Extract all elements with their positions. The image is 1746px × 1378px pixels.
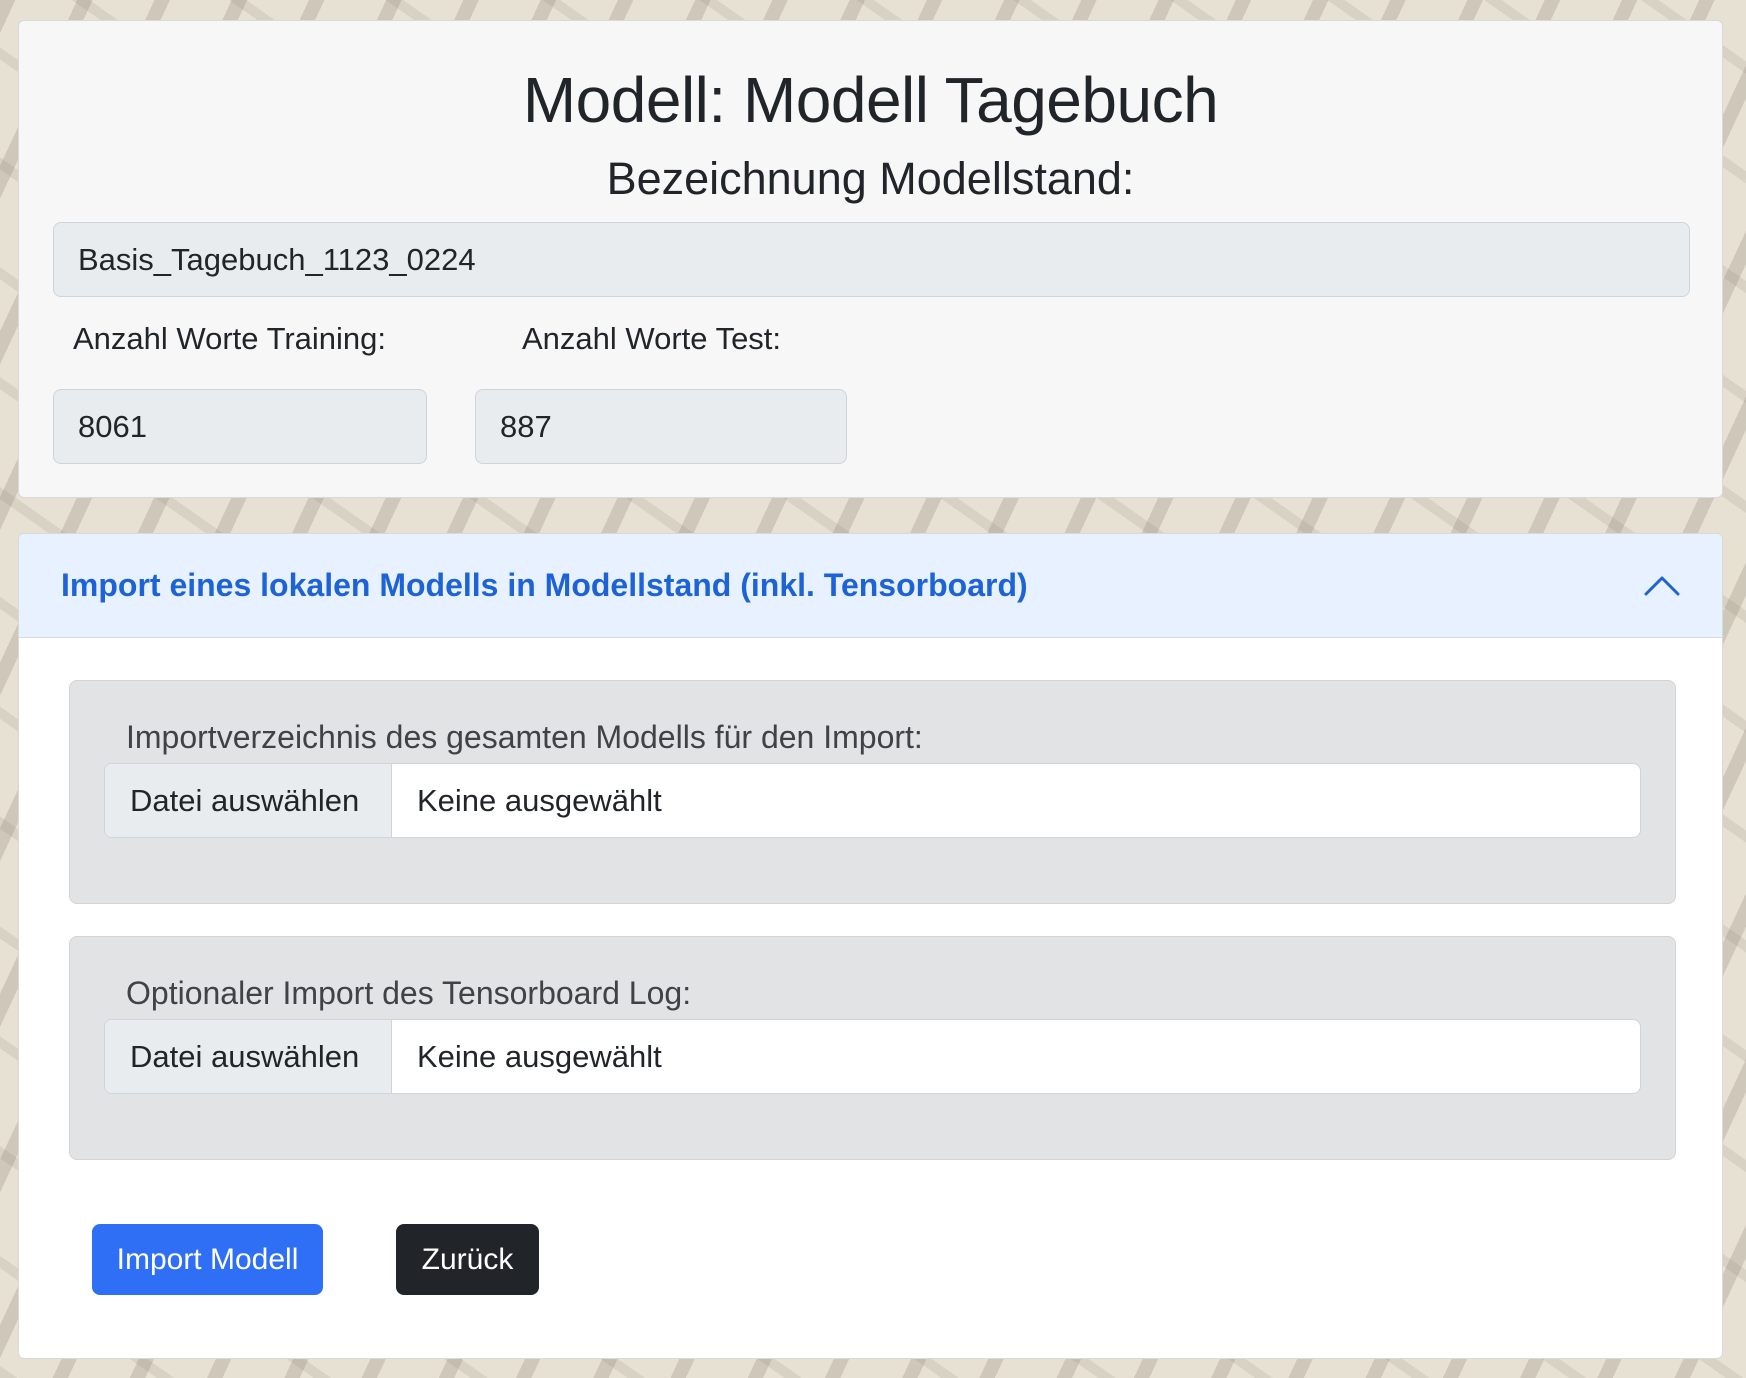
model-choose-file-button[interactable]: Datei auswählen — [105, 764, 392, 837]
tensorboard-import-label: Optionaler Import des Tensorboard Log: — [126, 975, 692, 1011]
model-state-name-field: Basis_Tagebuch_1123_0224 — [53, 222, 1690, 297]
import-accordion-title: Import eines lokalen Modells in Modellst… — [61, 567, 1028, 603]
import-accordion: Import eines lokalen Modells in Modellst… — [18, 533, 1723, 1359]
test-words-label: Anzahl Worte Test: — [522, 321, 782, 356]
tensorboard-file-input[interactable]: Datei auswählen Keine ausgewählt — [104, 1019, 1641, 1094]
model-info-card: Modell: Modell Tagebuch Bezeichnung Mode… — [18, 20, 1723, 498]
back-button[interactable]: Zurück — [396, 1224, 539, 1295]
training-words-field: 8061 — [53, 389, 427, 464]
model-file-input[interactable]: Datei auswählen Keine ausgewählt — [104, 763, 1641, 838]
training-words-label: Anzahl Worte Training: — [73, 321, 387, 356]
tensorboard-import-group: Optionaler Import des Tensorboard Log: D… — [69, 936, 1676, 1160]
model-import-group: Importverzeichnis des gesamten Modells f… — [69, 680, 1676, 904]
import-model-button[interactable]: Import Modell — [92, 1224, 323, 1295]
tensorboard-choose-file-button[interactable]: Datei auswählen — [105, 1020, 392, 1093]
test-words-field: 887 — [475, 389, 847, 464]
import-accordion-header[interactable]: Import eines lokalen Modells in Modellst… — [19, 534, 1722, 638]
model-state-heading: Bezeichnung Modellstand: — [606, 153, 1135, 204]
tensorboard-file-status: Keine ausgewählt — [417, 1038, 662, 1074]
chevron-up-icon[interactable] — [1642, 570, 1682, 600]
page-title: Modell: Modell Tagebuch — [522, 64, 1219, 136]
model-import-label: Importverzeichnis des gesamten Modells f… — [126, 719, 923, 755]
model-file-status: Keine ausgewählt — [417, 782, 662, 818]
